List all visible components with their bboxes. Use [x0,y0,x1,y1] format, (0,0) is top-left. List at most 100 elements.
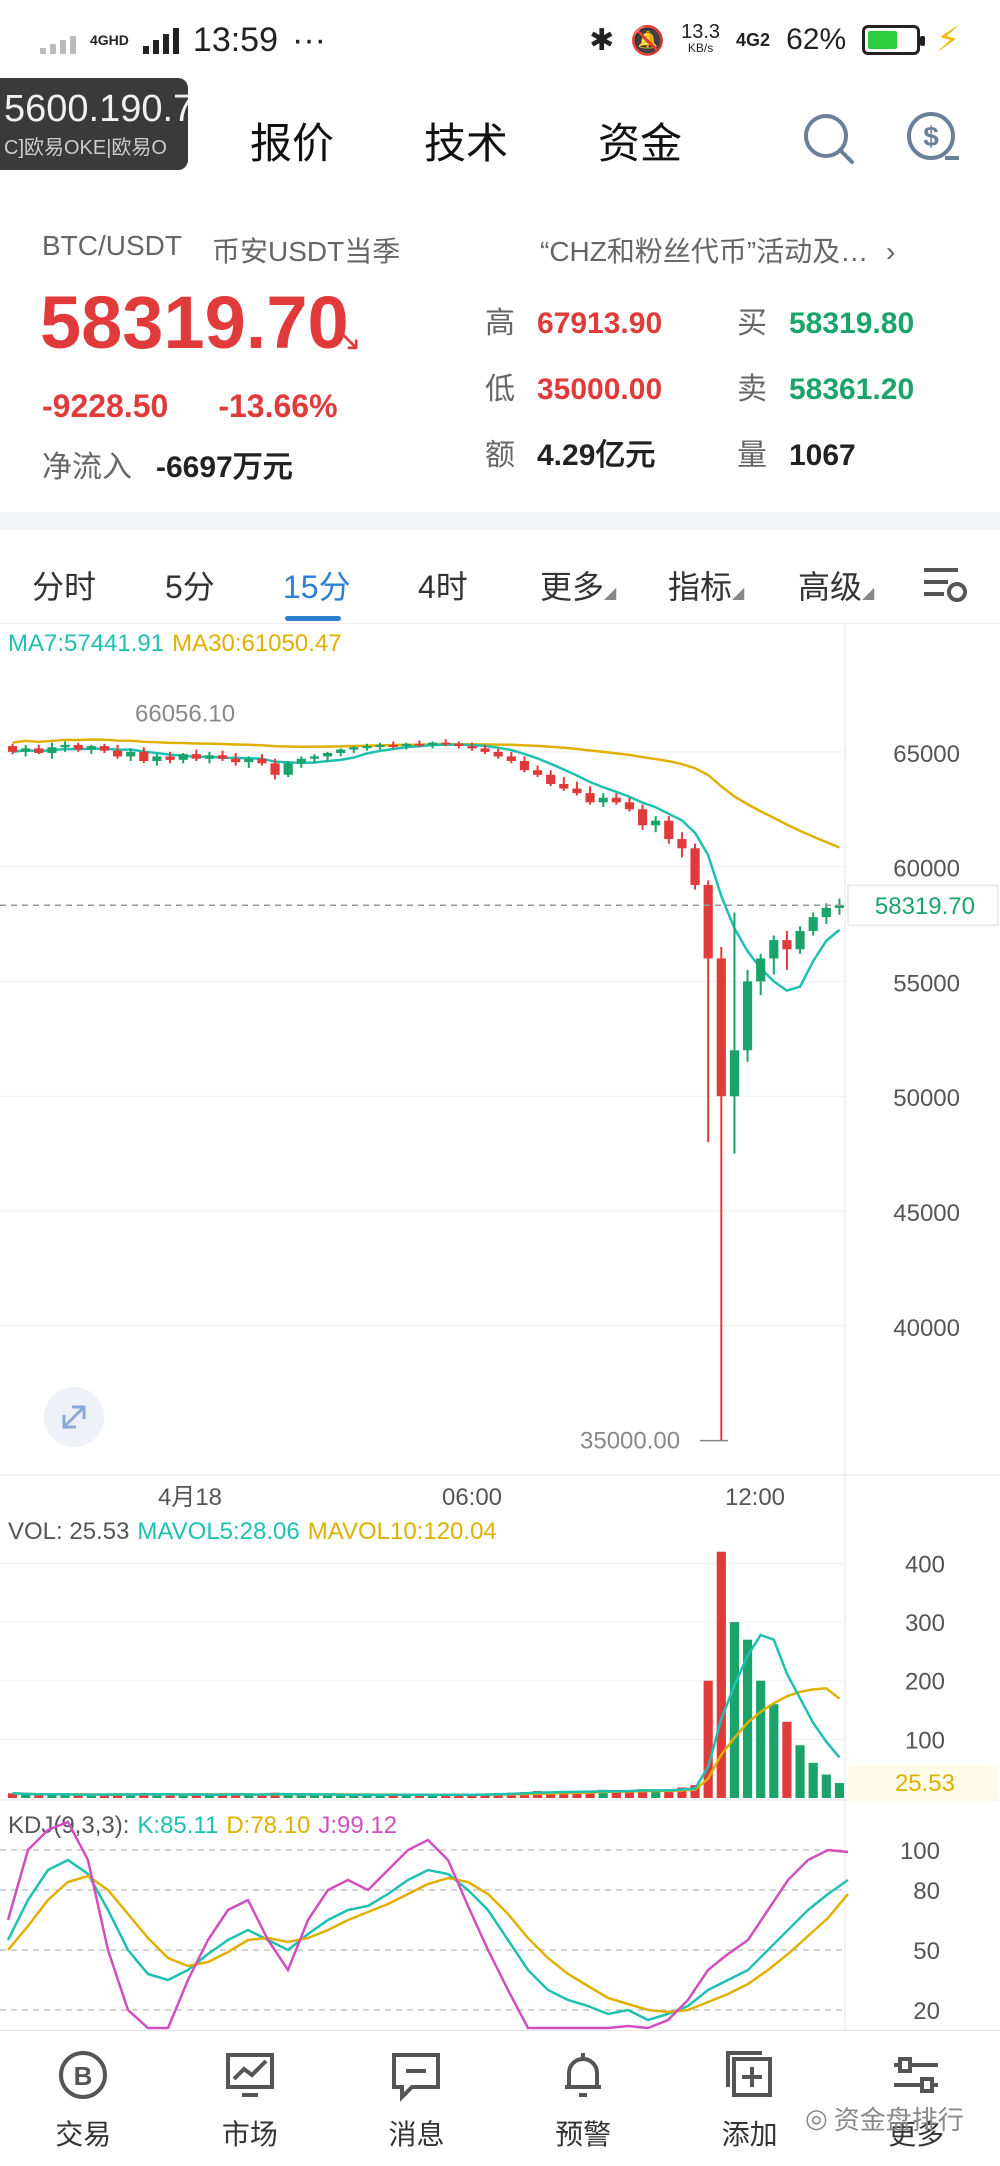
candle-body [795,930,805,950]
candle-body [388,744,398,747]
candle-body [47,747,57,753]
candle-body [546,774,556,784]
candle-body [467,746,477,749]
volume-bar [795,1745,805,1798]
y-tick-label: 50 [913,1938,940,1965]
volume-bar [769,1704,779,1798]
candle-body [86,746,96,750]
candle-body [349,747,359,750]
y-tick-label: 400 [905,1551,945,1578]
candle-body [178,754,188,760]
candle-body [73,744,83,750]
volume-bar [729,1622,740,1798]
candle-body [651,820,661,826]
y-tick-label: 50000 [893,1085,960,1112]
bottom-nav: B 交易 市场 消息 预警 添加 更多 [0,2030,1000,2166]
candle-body [532,770,543,775]
candle-body [782,940,792,950]
wechat-icon: ◎ [805,2103,828,2133]
nav-alerts-label: 预警 [555,2119,612,2150]
y-tick-label: 80 [913,1878,940,1905]
nav-trade-label: 交易 [55,2119,112,2150]
ma30-line [12,738,840,849]
candle-body [217,755,228,759]
candle-body [572,788,582,794]
candle-body [231,758,241,763]
candle-body [729,1050,740,1097]
candle-body [7,746,18,752]
candle-body [441,742,451,745]
candle-body [296,758,306,764]
candle-body [559,783,569,789]
nav-trade[interactable]: B 交易 [0,2031,167,2166]
candle-body [624,802,635,810]
candle-body [519,761,530,771]
candle-body [309,756,320,759]
candle-body [611,797,621,803]
volume-bar [834,1783,845,1798]
candle-body [257,758,267,764]
bell-icon [565,2053,602,2097]
candle-body [414,743,425,746]
candle-body [112,750,123,757]
candle-body [204,755,215,759]
volume-bar [821,1774,831,1798]
nav-messages[interactable]: 消息 [333,2031,500,2166]
candle-body [664,820,674,840]
more-settings-icon [894,2057,939,2093]
bitcoin-icon: B [59,2051,108,2099]
candle-body [756,958,766,982]
nav-messages-label: 消息 [388,2119,445,2150]
nav-more[interactable]: 更多 [833,2031,1000,2166]
candle-body [336,749,346,753]
candle-body [270,763,280,775]
y-tick-label: 200 [905,1669,945,1696]
nav-add[interactable]: 添加 [666,2031,833,2166]
candle-body [165,756,175,760]
y-tick-label: 300 [905,1610,945,1637]
add-watchlist-icon [725,2051,772,2097]
volume-bar [782,1721,792,1798]
y-tick-label: 45000 [893,1200,960,1227]
watermark-text: 资金盘排行 [833,2105,964,2135]
candle-body [126,751,136,757]
candle-body [598,797,608,803]
candle-body [454,743,464,747]
candle-body [322,752,333,757]
high-marker-label: 66056.10 [135,701,235,728]
candle-body [703,884,713,959]
nav-market-label: 市场 [221,2119,278,2150]
watermark: ◎ 资金盘排行 [805,2100,964,2137]
candle-body [690,848,700,885]
y-tick-label: 65000 [893,741,960,768]
message-icon [392,2053,441,2102]
candle-body [677,839,687,849]
candle-body [637,809,648,826]
candle-body [480,748,490,752]
candle-body [139,751,149,762]
candle-body [375,744,385,747]
candle-body [769,940,779,959]
y-tick-label: 55000 [893,970,960,997]
candle-body [427,742,438,745]
kline-charts[interactable]: 65000 60000 55000 50000 45000 40000 66056.10 35… [0,0,1000,2030]
mavol5-line [12,1633,841,1797]
nav-market[interactable]: 市场 [167,2031,334,2166]
candle-body [21,748,31,752]
x-tick-label: 12:00 [725,1484,785,1511]
candle-body [401,743,411,747]
candle-body [362,746,372,749]
y-tick-label: 100 [900,1838,940,1865]
x-tick-label: 06:00 [442,1484,502,1511]
expand-icon[interactable] [42,1385,106,1449]
candle-body [585,793,595,803]
volume-tag-label: 25.53 [895,1770,955,1797]
candle-body [493,751,503,757]
nav-alerts[interactable]: 预警 [500,2031,667,2166]
y-tick-label: 20 [913,1998,940,2025]
candle-body [808,917,818,931]
y-tick-label: 100 [905,1727,945,1754]
candle-body [283,763,293,775]
kdj-d-line [7,1874,849,2014]
candle-body [60,744,70,748]
